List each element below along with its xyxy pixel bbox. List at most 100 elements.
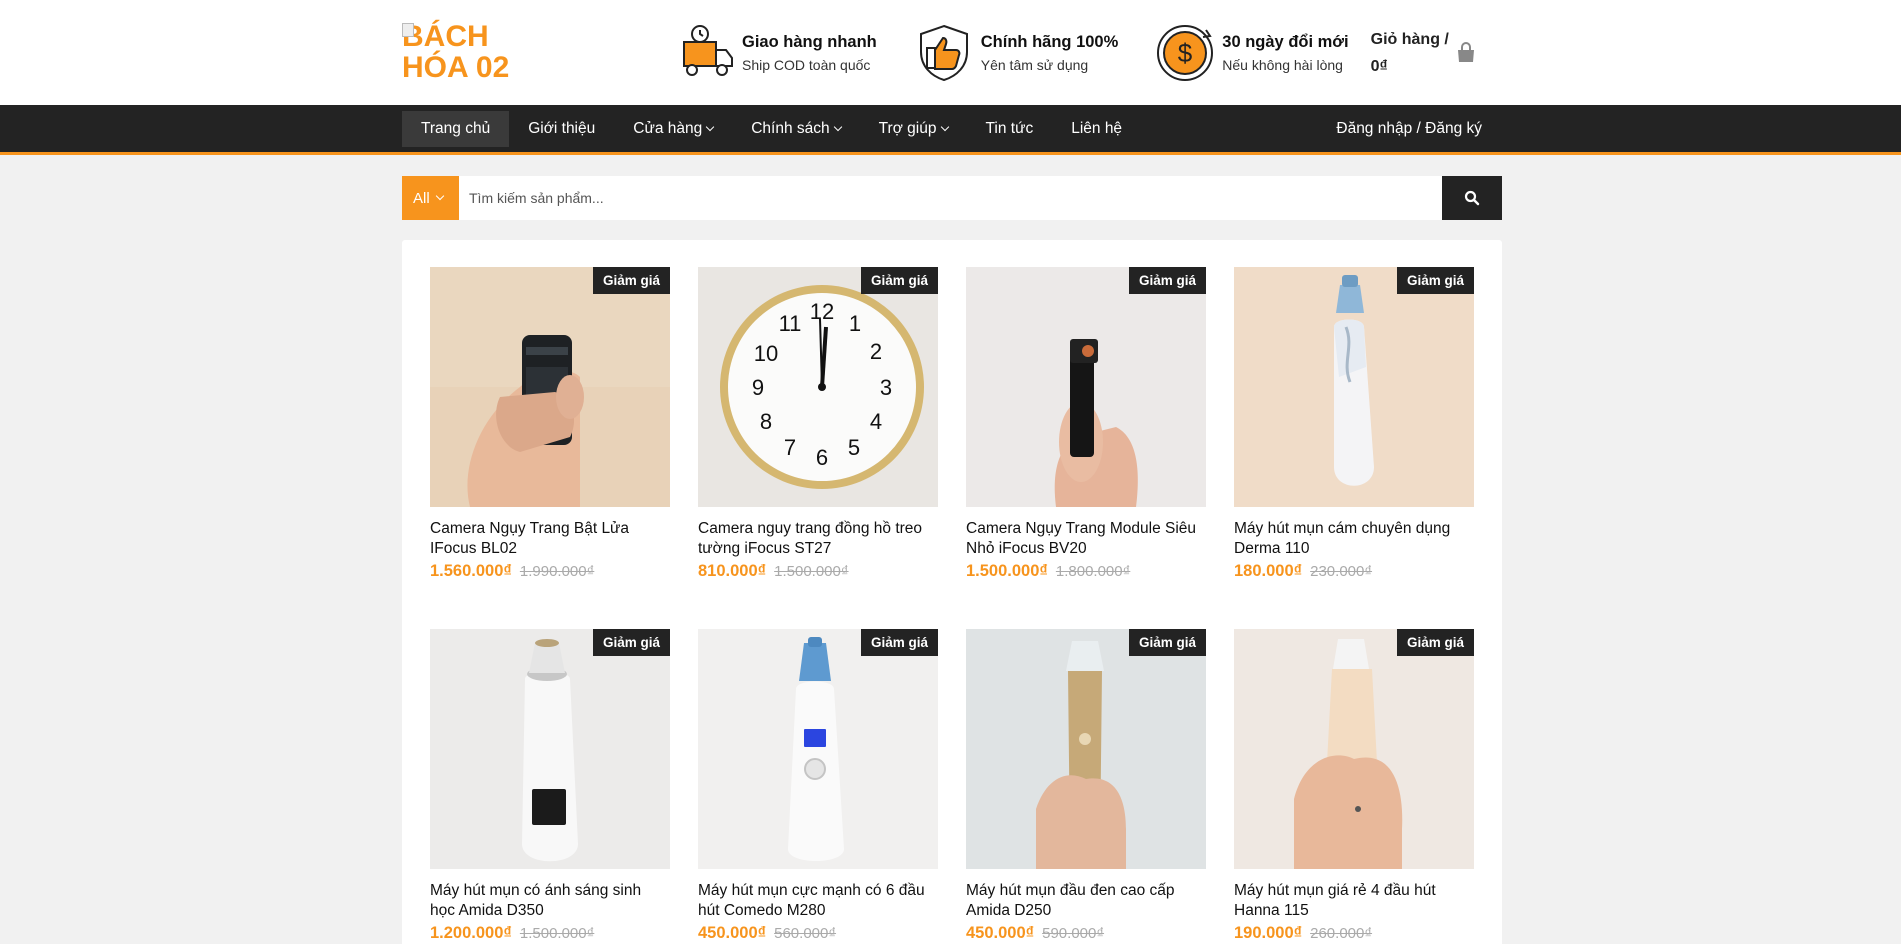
product-image[interactable]: Giảm giá <box>966 267 1206 507</box>
original-price: 590.000₫ <box>1042 925 1105 942</box>
svg-text:10: 10 <box>754 341 778 366</box>
discount-badge: Giảm giá <box>860 629 938 656</box>
sale-price: 1.560.000₫ <box>430 562 512 580</box>
wall-clock-image: 12 12 345 678 91011 <box>698 267 938 507</box>
svg-text:3: 3 <box>880 375 892 400</box>
product-name[interactable]: Camera Ngụy Trang Module Siêu Nhỏ iFocus… <box>966 519 1206 559</box>
product-image[interactable]: 12 1 2 345 678 9 10 11 Giảm giá <box>698 267 938 507</box>
product-image[interactable]: Giảm giá <box>430 267 670 507</box>
blackhead-device-gold-image <box>966 629 1206 869</box>
product-name[interactable]: Camera Ngụy Trang Bật Lửa IFocus BL02 <box>430 519 670 559</box>
original-price: 1.500.000₫ <box>519 925 595 942</box>
product-name[interactable]: Máy hút mụn cực mạnh có 6 đầu hút Comedo… <box>698 881 938 921</box>
product-card[interactable]: Giảm giá Máy hút mụn đầu đen cao cấp Ami… <box>966 629 1206 944</box>
product-card[interactable]: Giảm giá Camera Ngụy Trang Bật Lửa IFocu… <box>430 267 670 629</box>
nav-label: Trang chủ <box>421 119 491 137</box>
product-name[interactable]: Máy hút mụn có ánh sáng sinh học Amida D… <box>430 881 670 921</box>
site-logo[interactable]: BÁCH HÓA 02 <box>402 21 552 83</box>
svg-text:4: 4 <box>870 409 882 434</box>
search-category-value: All <box>413 189 430 207</box>
product-image[interactable]: Giảm giá <box>1234 629 1474 869</box>
product-card[interactable]: Giảm giá Camera Ngụy Trang Module Siêu N… <box>966 267 1206 629</box>
sale-price: 1.200.000₫ <box>430 924 512 942</box>
product-card[interactable]: Giảm giá Máy hút mụn giá rẻ 4 đầu hút Ha… <box>1234 629 1474 944</box>
product-name[interactable]: Máy hút mụn đầu đen cao cấp Amida D250 <box>966 881 1206 921</box>
nav-news[interactable]: Tin tức <box>967 111 1053 147</box>
feature-subtitle: Nếu không hài lòng <box>1222 56 1343 73</box>
search-input[interactable] <box>459 176 1442 220</box>
product-price: 450.000₫ 590.000₫ <box>966 924 1206 943</box>
svg-text:7: 7 <box>784 435 796 460</box>
sale-price: 450.000₫ <box>966 924 1035 942</box>
original-price: 230.000₫ <box>1310 563 1373 580</box>
feature-title: 30 ngày đổi mới <box>1222 32 1349 51</box>
original-price: 1.990.000₫ <box>519 563 595 580</box>
feature-authentic: Chính hãng 100% Yên tâm sử dụng <box>913 22 1118 84</box>
logo-text: BÁCH HÓA 02 <box>402 19 510 84</box>
search-button[interactable] <box>1442 176 1502 220</box>
cart-label: Giỏ hàng / <box>1370 30 1449 48</box>
cart-link[interactable]: Giỏ hàng / 0₫ <box>1371 26 1477 80</box>
product-image[interactable]: Giảm giá <box>698 629 938 869</box>
svg-text:2: 2 <box>870 339 882 364</box>
product-price: 1.560.000₫ 1.990.000₫ <box>430 562 670 581</box>
feature-return: $ 30 ngày đổi mới Nếu không hài lòng <box>1154 22 1349 84</box>
svg-text:6: 6 <box>816 445 828 470</box>
discount-badge: Giảm giá <box>1396 629 1474 656</box>
product-price: 810.000₫ 1.500.000₫ <box>698 562 938 581</box>
chevron-down-icon <box>705 122 715 131</box>
chevron-down-icon <box>833 122 842 131</box>
discount-badge: Giảm giá <box>1128 267 1206 294</box>
product-card[interactable]: Giảm giá Máy hút mụn có ánh sáng sinh họ… <box>430 629 670 944</box>
product-name[interactable]: Máy hút mụn cám chuyên dụng Derma 110 <box>1234 519 1474 559</box>
product-name[interactable]: Máy hút mụn giá rẻ 4 đầu hút Hanna 115 <box>1234 881 1474 921</box>
discount-badge: Giảm giá <box>592 629 670 656</box>
product-image[interactable]: Giảm giá <box>966 629 1206 869</box>
nav-label: Giới thiệu <box>528 119 596 137</box>
product-image[interactable]: Giảm giá <box>430 629 670 869</box>
nav-contact[interactable]: Liên hệ <box>1052 111 1141 147</box>
discount-badge: Giảm giá <box>592 267 670 294</box>
shopping-bag-icon <box>1457 41 1474 62</box>
broken-image-icon <box>402 22 414 37</box>
product-card[interactable]: Giảm giá Máy hút mụn cám chuyên dụng Der… <box>1234 267 1474 629</box>
product-price: 1.500.000₫ 1.800.000₫ <box>966 562 1206 581</box>
search-bar: All <box>402 176 1502 220</box>
nav-shop[interactable]: Cửa hàng <box>614 111 732 147</box>
blackhead-device-screen-image <box>430 629 670 869</box>
nav-label: Tin tức <box>985 119 1034 137</box>
product-card[interactable]: Giảm giá Máy hút mụn cực mạnh có 6 đầu h… <box>698 629 938 944</box>
product-price: 180.000₫ 230.000₫ <box>1234 562 1474 581</box>
svg-text:5: 5 <box>848 435 860 460</box>
nav-label: Trợ giúp <box>878 119 937 137</box>
discount-badge: Giảm giá <box>860 267 938 294</box>
product-price: 190.000₫ 260.000₫ <box>1234 924 1474 943</box>
sale-price: 450.000₫ <box>698 924 767 942</box>
nav-about[interactable]: Giới thiệu <box>509 111 614 147</box>
product-price: 1.200.000₫ 1.500.000₫ <box>430 924 670 943</box>
original-price: 1.800.000₫ <box>1055 563 1131 580</box>
svg-text:9: 9 <box>752 375 764 400</box>
svg-text:11: 11 <box>779 311 802 336</box>
product-panel: Giảm giá Camera Ngụy Trang Bật Lửa IFocu… <box>402 240 1502 944</box>
svg-text:$: $ <box>1178 38 1193 68</box>
product-grid: Giảm giá Camera Ngụy Trang Bật Lửa IFocu… <box>430 267 1474 944</box>
mini-module-camera-image <box>966 267 1206 507</box>
nav-home[interactable]: Trang chủ <box>402 110 510 147</box>
nav-help[interactable]: Trợ giúp <box>860 111 967 147</box>
sale-price: 810.000₫ <box>698 562 767 580</box>
feature-title: Giao hàng nhanh <box>742 32 877 51</box>
login-register-link[interactable]: Đăng nhập / Đăng ký <box>1336 120 1502 138</box>
product-image[interactable]: Giảm giá <box>1234 267 1474 507</box>
product-card[interactable]: 12 1 2 345 678 9 10 11 Giảm giá Camera nguy … <box>698 267 938 629</box>
blackhead-device-blue-screen-image <box>698 629 938 869</box>
cart-total: 0₫ <box>1370 57 1388 75</box>
sale-price: 180.000₫ <box>1234 562 1303 580</box>
nav-policy[interactable]: Chính sách <box>732 111 859 147</box>
search-category-select[interactable]: All <box>402 176 459 220</box>
original-price: 560.000₫ <box>774 925 837 942</box>
product-name[interactable]: Camera nguy trang đồng hồ treo tường iFo… <box>698 519 938 559</box>
site-header: BÁCH HÓA 02 Giao hàng nhanh Ship COD toà… <box>0 0 1901 105</box>
feature-list: Giao hàng nhanh Ship COD toàn quốc Chính… <box>674 22 1385 84</box>
blackhead-device-champagne-image <box>1234 629 1474 869</box>
